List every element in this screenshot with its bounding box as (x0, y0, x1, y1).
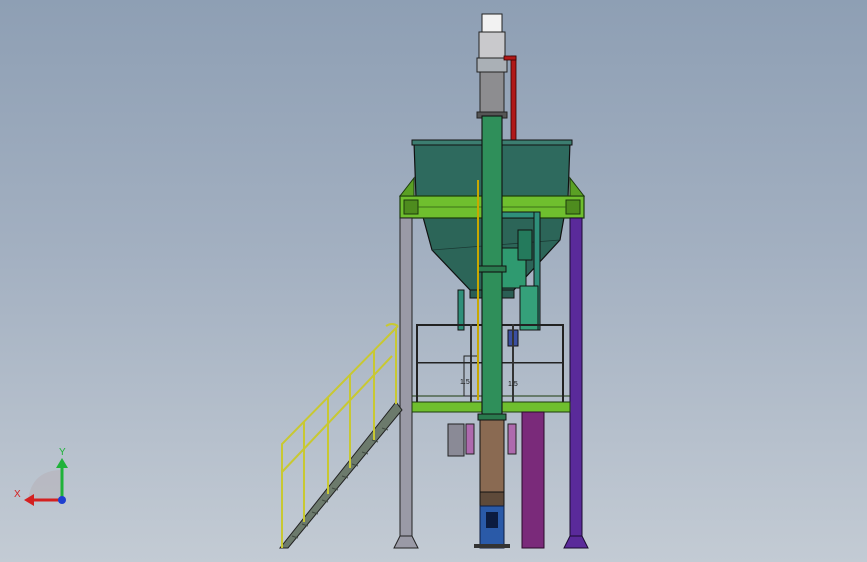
model-drawing[interactable]: 1.5 1.5 Y X (0, 0, 867, 562)
cad-viewport[interactable]: 1.5 1.5 Y X (0, 0, 867, 562)
y-axis-label: Y (59, 447, 66, 458)
access-staircase (278, 323, 403, 549)
scale-text-left: 1.5 (460, 379, 470, 386)
x-axis-label: X (14, 489, 21, 500)
scale-text-right: 1.5 (508, 381, 518, 388)
elevator-head (476, 13, 508, 119)
coordinate-triad[interactable]: Y X (14, 447, 68, 506)
